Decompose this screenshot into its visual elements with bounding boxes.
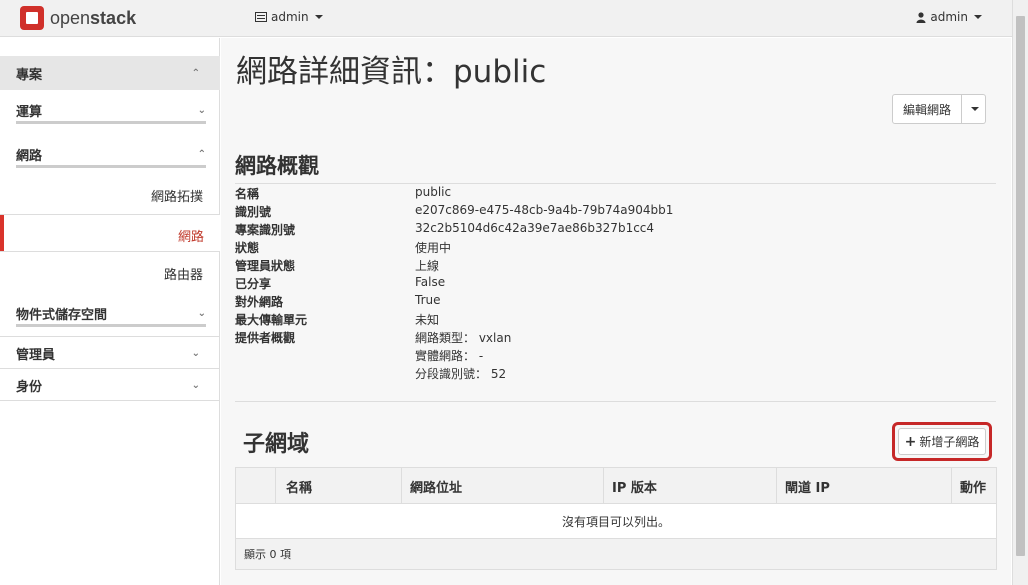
sidebar-panel-admin[interactable]: 管理員 ⌄ xyxy=(0,338,220,368)
subnets-table: 名稱 網路位址 IP 版本 閘道 IP 動作 沒有項目可以列出。 顯示 0 項 xyxy=(235,467,997,570)
detail-row: 最大傳輸單元 未知 xyxy=(235,311,439,329)
column-header-actions: 動作 xyxy=(960,480,987,496)
detail-value: 使用中 xyxy=(415,241,452,255)
project-list-icon xyxy=(255,12,267,22)
sidebar-item-routers[interactable]: 路由器 xyxy=(164,264,203,283)
chevron-down-icon: ⌄ xyxy=(191,379,200,391)
sidebar-item-networks-row[interactable]: 網路 xyxy=(0,214,220,252)
detail-value: 未知 xyxy=(415,313,440,327)
table-empty-message: 沒有項目可以列出。 xyxy=(236,504,996,539)
detail-value: public xyxy=(415,185,452,199)
detail-key: 專案識別號 xyxy=(235,223,296,237)
scrollbar-thumb[interactable] xyxy=(1016,16,1025,556)
top-navbar: openstack admin admin xyxy=(0,0,1012,37)
detail-value: 網路類型： vxlan xyxy=(415,331,512,345)
detail-key: 對外網路 xyxy=(235,295,284,309)
sidebar-group-network[interactable]: 網路 ⌃ xyxy=(16,144,206,168)
chevron-down-icon xyxy=(970,107,979,111)
plus-icon: + xyxy=(904,433,917,450)
detail-row: 專案識別號 32c2b5104d6c42a39e7ae86b327b1cc4 xyxy=(235,221,654,239)
overview-title: 網路概觀 xyxy=(235,154,319,178)
chevron-up-icon: ⌃ xyxy=(197,148,206,160)
sidebar-panel-label: 管理員 xyxy=(16,347,56,363)
detail-key: 最大傳輸單元 xyxy=(235,313,308,327)
add-subnet-button[interactable]: + 新增子網路 xyxy=(898,428,986,455)
column-header-gateway-ip[interactable]: 閘道 IP xyxy=(777,468,952,504)
detail-key: 已分享 xyxy=(235,277,272,291)
detail-key: 識別號 xyxy=(235,205,272,219)
detail-key: 狀態 xyxy=(235,241,260,255)
detail-row: 管理員狀態 上線 xyxy=(235,257,439,275)
add-subnet-highlight: + 新增子網路 xyxy=(892,422,992,461)
sidebar-group-label: 運算 xyxy=(16,104,43,120)
provider-segmentation-id: 分段識別號： 52 xyxy=(415,367,507,381)
subnets-title: 子網域 xyxy=(243,432,310,457)
chevron-down-icon: ⌄ xyxy=(191,347,200,359)
group-underline xyxy=(16,324,206,327)
openstack-logo-icon xyxy=(20,6,44,30)
detail-value: True xyxy=(415,293,441,307)
network-actions: 編輯網路 xyxy=(892,94,986,124)
provider-physical-network: 實體網路： - xyxy=(415,349,484,363)
actions-dropdown-button[interactable] xyxy=(962,94,986,124)
chevron-down-icon: ⌄ xyxy=(197,104,206,116)
detail-row: 名稱 public xyxy=(235,185,451,203)
chevron-down-icon xyxy=(974,15,982,19)
user-menu[interactable]: admin xyxy=(916,10,982,24)
column-header-network-address[interactable]: 網路位址 xyxy=(402,468,604,504)
sidebar-panel-project[interactable]: 專案 ⌃ xyxy=(0,56,220,90)
detail-row: 對外網路 True xyxy=(235,293,441,311)
chevron-down-icon: ⌄ xyxy=(197,307,206,319)
sidebar-item-network-topology[interactable]: 網路拓撲 xyxy=(151,186,203,205)
sidebar: 專案 ⌃ 運算 ⌄ 網路 ⌃ 網路拓撲 網路 路由器 物件式儲存空間 ⌄ 管理員… xyxy=(0,38,220,585)
sidebar-divider xyxy=(0,336,220,337)
detail-key: 名稱 xyxy=(235,187,260,201)
column-header-ip-version[interactable]: IP 版本 xyxy=(604,468,777,504)
openstack-logo[interactable]: openstack xyxy=(20,6,136,30)
detail-key: 提供者概觀 xyxy=(235,331,296,345)
project-picker[interactable]: admin xyxy=(255,10,323,24)
sidebar-panel-label: 專案 xyxy=(16,67,43,83)
detail-row: 提供者概觀 網路類型： vxlan xyxy=(235,329,511,347)
table-header: 名稱 網路位址 IP 版本 閘道 IP 動作 xyxy=(236,468,996,504)
sidebar-group-label: 物件式儲存空間 xyxy=(16,307,108,323)
detail-value: 上線 xyxy=(415,259,440,273)
sidebar-divider xyxy=(0,368,220,369)
main-content: 網路詳細資訊：public 編輯網路 網路概觀 名稱 public 識別號 e207… xyxy=(221,38,1011,585)
detail-row: 狀態 使用中 xyxy=(235,239,451,257)
chevron-up-icon: ⌃ xyxy=(191,67,200,79)
sidebar-group-label: 網路 xyxy=(16,148,43,164)
sidebar-panel-identity[interactable]: 身份 ⌄ xyxy=(0,370,220,400)
user-icon xyxy=(916,11,926,23)
detail-row: 識別號 e207c869-e475-48cb-9a4b-79b74a904bb1 xyxy=(235,203,673,221)
detail-value: 32c2b5104d6c42a39e7ae86b327b1cc4 xyxy=(415,221,655,235)
sidebar-panel-label: 身份 xyxy=(16,379,43,395)
table-footer: 顯示 0 項 xyxy=(236,539,996,569)
chevron-down-icon xyxy=(314,15,323,19)
column-header-name[interactable]: 名稱 xyxy=(276,468,402,504)
active-indicator xyxy=(0,215,4,251)
group-underline xyxy=(16,165,206,168)
detail-key: 管理員狀態 xyxy=(235,259,296,273)
edit-network-button[interactable]: 編輯網路 xyxy=(892,94,962,124)
detail-row: 已分享 False xyxy=(235,275,445,293)
add-subnet-label: 新增子網路 xyxy=(919,435,980,449)
detail-value: False xyxy=(415,275,446,289)
project-picker-label: admin xyxy=(271,10,309,24)
user-menu-label: admin xyxy=(930,10,968,24)
section-divider xyxy=(235,401,996,402)
sidebar-group-object-store[interactable]: 物件式儲存空間 ⌄ xyxy=(16,303,206,327)
section-divider xyxy=(235,183,996,184)
page-title: 網路詳細資訊：public xyxy=(236,54,547,90)
page-scrollbar[interactable] xyxy=(1012,0,1028,585)
sidebar-item-networks[interactable]: 網路 xyxy=(178,226,204,245)
group-underline xyxy=(16,121,206,124)
detail-value: e207c869-e475-48cb-9a4b-79b74a904bb1 xyxy=(415,203,674,217)
sidebar-divider xyxy=(0,400,220,401)
sidebar-group-compute[interactable]: 運算 ⌄ xyxy=(16,100,206,124)
select-all-column[interactable] xyxy=(236,468,276,504)
logo-text: openstack xyxy=(50,7,137,28)
